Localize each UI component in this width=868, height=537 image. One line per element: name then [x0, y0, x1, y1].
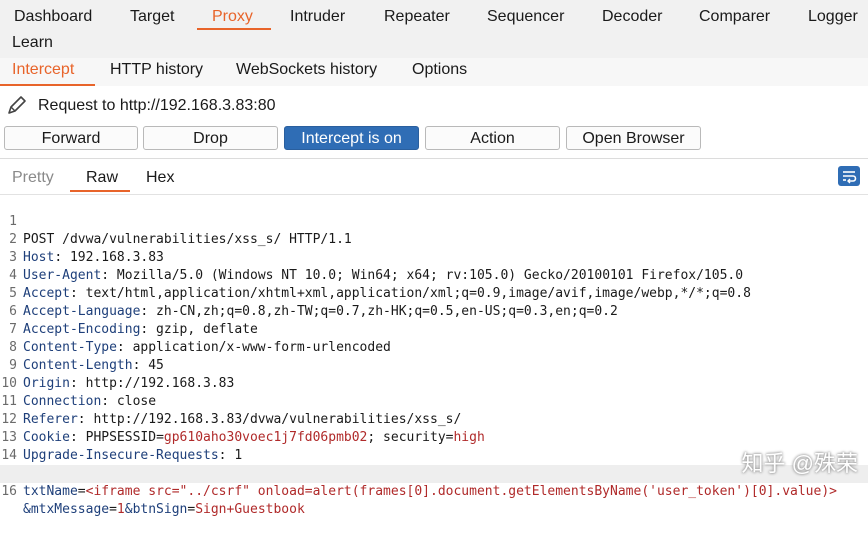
code-line: 9 Origin: http://192.168.3.83: [0, 339, 868, 391]
tab-options[interactable]: Options: [412, 61, 467, 79]
drop-button[interactable]: Drop: [143, 126, 278, 150]
code-line: 15 txtName=<iframe src="../csrf" onload=…: [0, 447, 868, 499]
param-name: &btnSign: [124, 502, 188, 517]
code-line: 10 Connection: close: [1, 376, 157, 409]
active-view-indicator: [70, 190, 130, 192]
tab-decoder[interactable]: Decoder: [602, 8, 662, 26]
param-name: &mtxMessage: [23, 502, 110, 517]
tab-comparer[interactable]: Comparer: [699, 8, 770, 26]
main-tab-bar: Dashboard Target Proxy Intruder Repeater…: [0, 0, 868, 59]
proxy-sub-tab-bar: Intercept HTTP history WebSockets histor…: [0, 58, 868, 87]
line-number: 16: [1, 484, 17, 499]
code-line: 5 Accept-Language: zh-CN,zh;q=0.8,zh-TW;…: [0, 267, 868, 319]
tab-proxy[interactable]: Proxy: [212, 8, 253, 26]
tab-intercept[interactable]: Intercept: [12, 61, 74, 79]
request-info-bar: Request to http://192.168.3.83:80: [0, 86, 868, 122]
watermark: 知乎 @殊荣: [741, 451, 858, 476]
raw-request-editor[interactable]: 1 POST /dvwa/vulnerabilities/xss_s/ HTTP…: [0, 194, 868, 517]
tab-websockets-history[interactable]: WebSockets history: [236, 61, 377, 79]
active-tab-indicator: [197, 28, 271, 30]
tab-http-history[interactable]: HTTP history: [110, 61, 203, 79]
code-line: 16 &mtxMessage=1&btnSign=Sign+Guestbook: [0, 465, 868, 517]
tab-repeater[interactable]: Repeater: [384, 8, 450, 26]
code-line: 1 POST /dvwa/vulnerabilities/xss_s/ HTTP…: [0, 195, 868, 247]
code-line: 4 Accept: text/html,application/xhtml+xm…: [0, 249, 868, 301]
tab-dashboard[interactable]: Dashboard: [14, 8, 92, 26]
code-line: 14: [0, 429, 868, 463]
code-line: 8 Content-Length: 45: [0, 321, 868, 373]
tab-learn[interactable]: Learn: [12, 34, 53, 52]
param-value: 1: [116, 502, 125, 517]
code-line: 2 Host: 192.168.3.83: [0, 213, 868, 265]
forward-button[interactable]: Forward: [4, 126, 138, 150]
wrap-glyph-icon: [843, 171, 857, 184]
request-target-label: Request to http://192.168.3.83:80: [38, 97, 276, 114]
open-browser-button[interactable]: Open Browser: [566, 126, 701, 150]
tab-pretty[interactable]: Pretty: [12, 169, 54, 187]
tab-hex[interactable]: Hex: [146, 169, 174, 187]
code-line: 12 Cookie: PHPSESSID=gp610aho30voec1j7fd…: [1, 412, 485, 445]
code-line: 7 Content-Type: application/x-www-form-u…: [0, 303, 868, 355]
param-value: Sign+Guestbook: [195, 502, 305, 517]
intercept-toggle-button[interactable]: Intercept is on: [284, 126, 419, 150]
message-view-tabs: Pretty Raw Hex: [0, 159, 868, 193]
line-wrap-icon[interactable]: [838, 166, 860, 186]
code-line: 11 Referer: http://192.168.3.83/dvwa/vul…: [1, 394, 462, 427]
code-line: 3 User-Agent: Mozilla/5.0 (Windows NT 10…: [0, 231, 868, 283]
action-button[interactable]: Action: [425, 126, 560, 150]
param-value: <iframe src="../csrf" onload=alert(frame…: [85, 484, 837, 499]
pencil-icon: [8, 96, 26, 114]
tab-target[interactable]: Target: [130, 8, 174, 26]
tab-raw[interactable]: Raw: [86, 169, 118, 187]
tab-sequencer[interactable]: Sequencer: [487, 8, 564, 26]
tab-intruder[interactable]: Intruder: [290, 8, 345, 26]
tab-logger[interactable]: Logger: [808, 8, 858, 26]
code-line: 6 Accept-Encoding: gzip, deflate: [0, 285, 868, 337]
code-line: 13 Upgrade-Insecure-Requests: 1: [1, 430, 243, 463]
